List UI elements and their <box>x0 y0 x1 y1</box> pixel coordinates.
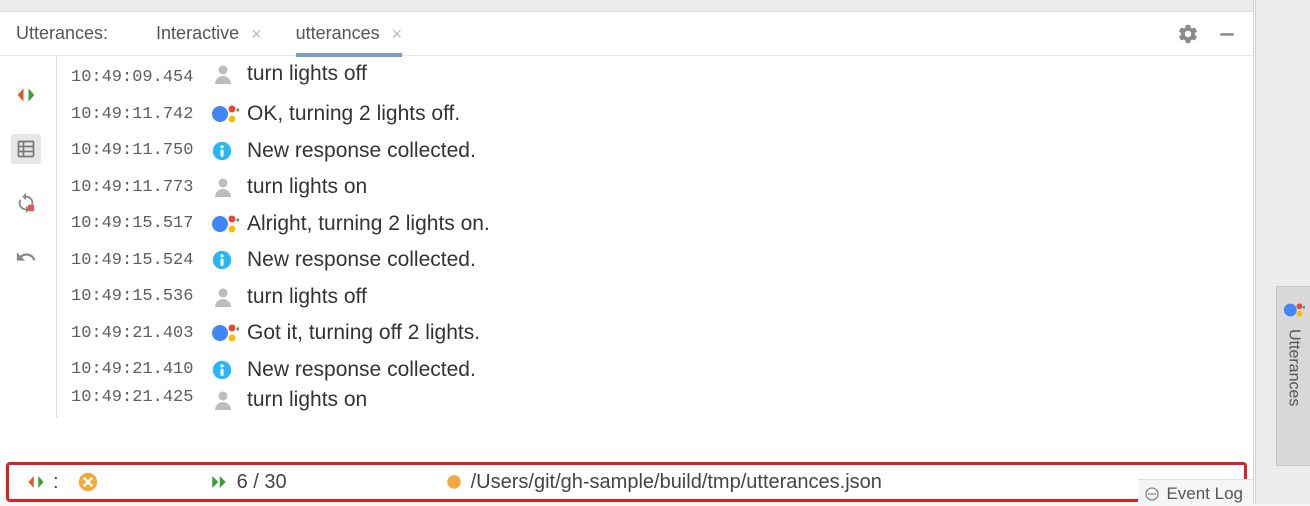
info-icon <box>211 140 247 162</box>
event-log-icon <box>1144 486 1160 502</box>
assistant-icon <box>211 212 247 236</box>
side-tab-utterances[interactable]: Utterances <box>1276 286 1310 466</box>
gear-icon[interactable] <box>1177 23 1199 45</box>
assistant-icon <box>211 102 247 126</box>
log-row: 10:49:11.750 New response collected. <box>57 133 1253 170</box>
timestamp: 10:49:11.750 <box>71 141 211 160</box>
log-text: New response collected. <box>247 248 476 272</box>
log-text: turn lights off <box>247 285 367 309</box>
status-progress: 6 / 30 <box>209 471 287 494</box>
status-error-icon[interactable] <box>77 471 99 493</box>
file-path-text: /Users/git/gh-sample/build/tmp/utterance… <box>471 471 882 494</box>
timestamp: 10:49:09.454 <box>71 68 211 87</box>
log-text: New response collected. <box>247 358 476 382</box>
timestamp: 10:49:11.773 <box>71 178 211 197</box>
top-strip <box>0 0 1253 12</box>
status-toggle-icon[interactable]: : <box>27 471 59 494</box>
log-row: 10:49:15.536 turn lights off <box>57 279 1253 316</box>
timestamp: 10:49:15.524 <box>71 251 211 270</box>
timestamp: 10:49:11.742 <box>71 105 211 124</box>
rerun-icon[interactable] <box>11 188 41 218</box>
info-icon <box>211 359 247 381</box>
side-gutter: Utterances <box>1255 0 1310 504</box>
dot-icon <box>445 473 463 491</box>
timestamp: 10:49:21.410 <box>71 360 211 379</box>
log-row: 10:49:15.524 New response collected. <box>57 242 1253 279</box>
tab-interactive[interactable]: Interactive × <box>156 12 262 55</box>
assistant-icon <box>1283 299 1305 321</box>
timestamp: 10:49:21.403 <box>71 324 211 343</box>
log-text: Alright, turning 2 lights on. <box>247 212 490 236</box>
close-icon[interactable]: × <box>392 25 403 43</box>
log-text: turn lights off <box>247 62 367 86</box>
close-icon[interactable]: × <box>251 25 262 43</box>
log-text: New response collected. <box>247 139 476 163</box>
log-text: turn lights on <box>247 388 367 412</box>
timestamp: 10:49:15.517 <box>71 214 211 233</box>
minimize-icon[interactable] <box>1217 24 1237 44</box>
progress-text: 6 / 30 <box>237 471 287 494</box>
assistant-icon <box>211 321 247 345</box>
event-log-label: Event Log <box>1166 484 1243 504</box>
tab-label: Interactive <box>156 23 239 44</box>
play-forward-icon <box>209 473 229 491</box>
log-list[interactable]: 10:49:09.454turn lights off10:49:11.742O… <box>56 56 1253 418</box>
toggle-arrows-icon[interactable] <box>11 80 41 110</box>
log-text: Got it, turning off 2 lights. <box>247 321 480 345</box>
tab-utterances[interactable]: utterances × <box>296 12 403 55</box>
panel-title: Utterances: <box>16 23 108 44</box>
content-area: 10:49:09.454turn lights off10:49:11.742O… <box>0 56 1253 462</box>
timestamp: 10:49:15.536 <box>71 287 211 306</box>
log-text: turn lights on <box>247 175 367 199</box>
status-bar: : 6 / 30 /Users/git/gh-sample/build/tmp/… <box>6 462 1247 502</box>
user-icon <box>211 175 247 199</box>
status-file-path: /Users/git/gh-sample/build/tmp/utterance… <box>445 471 882 494</box>
tab-label: utterances <box>296 23 380 44</box>
log-row: 10:49:21.425 turn lights on <box>57 388 1253 413</box>
log-row: 10:49:09.454turn lights off <box>57 68 1253 96</box>
colon-text: : <box>53 471 59 494</box>
timestamp: 10:49:21.425 <box>71 388 211 407</box>
log-row: 10:49:15.517 Alright, turning 2 lights on… <box>57 206 1253 243</box>
log-row: 10:49:21.403 Got it, turning off 2 lights… <box>57 315 1253 352</box>
user-icon <box>211 388 247 412</box>
info-icon <box>211 249 247 271</box>
header-bar: Utterances: Interactive × utterances × <box>0 12 1253 56</box>
layout-icon[interactable] <box>11 134 41 164</box>
user-icon <box>211 285 247 309</box>
log-row: 10:49:11.773 turn lights on <box>57 169 1253 206</box>
side-toolbar <box>0 56 52 462</box>
log-text: OK, turning 2 lights off. <box>247 102 460 126</box>
undo-icon[interactable] <box>11 242 41 272</box>
event-log-button[interactable]: Event Log <box>1138 479 1253 506</box>
side-tab-label: Utterances <box>1285 329 1303 406</box>
user-icon <box>211 62 247 86</box>
log-row: 10:49:11.742 OK, turning 2 lights off. <box>57 96 1253 133</box>
log-row: 10:49:21.410 New response collected. <box>57 352 1253 389</box>
utterances-panel: Utterances: Interactive × utterances × <box>0 0 1254 504</box>
